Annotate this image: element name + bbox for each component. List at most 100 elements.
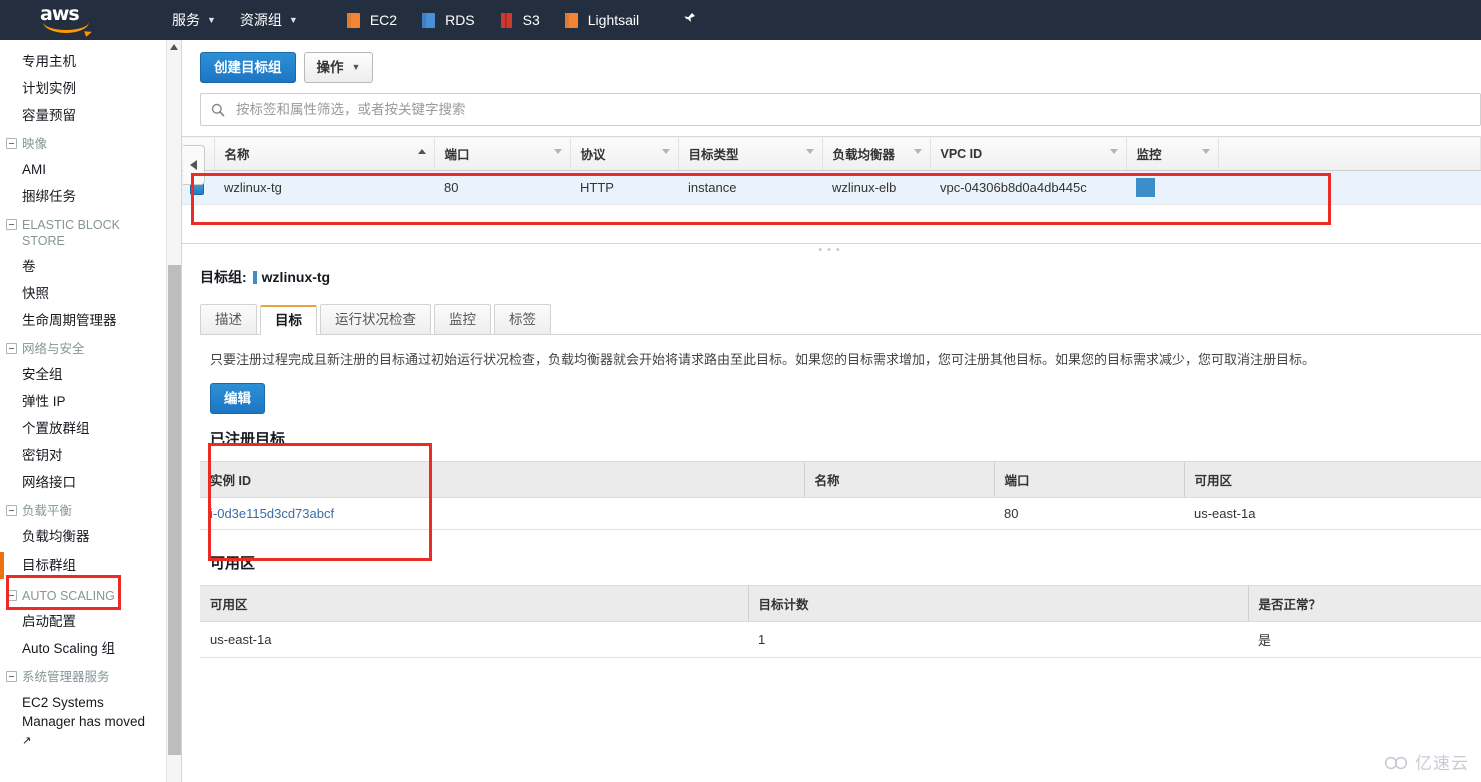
sidebar-group-network-security[interactable]: 网络与安全 (0, 334, 181, 361)
sidebar-group-load-balancing[interactable]: 负载平衡 (0, 496, 181, 523)
scroll-up-arrow-icon[interactable] (170, 44, 178, 50)
sidebar-item-elastic-ips[interactable]: 弹性 IP (0, 388, 181, 415)
column-header-vpc-id[interactable]: VPC ID (930, 136, 1127, 171)
sidebar-item-security-groups[interactable]: 安全组 (0, 361, 181, 388)
column-header-port[interactable]: 端口 (434, 136, 571, 171)
pin-icon[interactable] (669, 0, 708, 40)
registered-targets-title: 已注册目标 (210, 431, 286, 448)
sidebar-item-label: 容量预留 (22, 108, 76, 123)
sidebar-item-volumes[interactable]: 卷 (0, 253, 181, 280)
tab-health-check[interactable]: 运行状况检查 (320, 304, 431, 334)
collapse-minus-icon (6, 343, 17, 354)
targets-description-text: 只要注册过程完成且新注册的目标通过初始运行状况检查，负载均衡器就会开始将请求路由… (210, 352, 1316, 367)
cell-load-balancer: wzlinux-elb (822, 170, 930, 205)
sidebar-group-systems-manager[interactable]: 系统管理器服务 (0, 662, 181, 689)
create-target-group-button[interactable]: 创建目标组 (200, 52, 296, 83)
table-row: i-0d3e115d3cd73abcf 80 us-east-1a (200, 497, 1481, 530)
top-navigation-bar: aws 服务 ▼ 资源组 ▼ EC2 RDS S3 Lightsail (0, 0, 1481, 40)
table-row: us-east-1a 1 是 (200, 621, 1481, 658)
sidebar-item-ec2-systems-manager[interactable]: EC2 Systems Manager has moved ↗ (0, 689, 181, 755)
nav-shortcut-ec2[interactable]: EC2 (334, 0, 409, 40)
external-link-icon: ↗ (22, 735, 32, 747)
column-label: 端口 (444, 148, 470, 162)
sidebar-scrollbar[interactable] (166, 40, 181, 782)
sidebar-item-ami[interactable]: AMI (0, 156, 181, 183)
nav-shortcut-s3[interactable]: S3 (487, 0, 552, 40)
nav-services-menu[interactable]: 服务 ▼ (160, 0, 228, 40)
nav-resource-groups-menu[interactable]: 资源组 ▼ (228, 0, 310, 40)
sidebar-item-placement-groups[interactable]: 个置放群组 (0, 415, 181, 442)
sidebar-item-network-interfaces[interactable]: 网络接口 (0, 469, 181, 496)
cell-instance-id: i-0d3e115d3cd73abcf (200, 497, 804, 530)
actions-button[interactable]: 操作 ▼ (303, 52, 374, 83)
nav-shortcut-s3-label: S3 (522, 12, 540, 28)
tab-description[interactable]: 描述 (200, 304, 257, 334)
aws-logo[interactable]: aws (40, 5, 98, 35)
edit-button[interactable]: 编辑 (210, 383, 265, 414)
sidebar-collapse-handle[interactable] (183, 145, 205, 185)
column-header-target-type[interactable]: 目标类型 (678, 136, 823, 171)
sidebar-group-label: ELASTIC BLOCK STORE (22, 218, 120, 248)
sidebar-group-elastic-block-store[interactable]: ELASTIC BLOCK STORE (0, 210, 181, 253)
column-header-target-port: 端口 (993, 461, 1184, 498)
column-header-monitoring[interactable]: 监控 (1126, 136, 1219, 171)
sidebar-item-scheduled-instances[interactable]: 计划实例 (0, 75, 181, 102)
sidebar-item-label: 密钥对 (22, 448, 63, 463)
sidebar-item-load-balancers[interactable]: 负载均衡器 (0, 523, 181, 550)
sidebar-item-target-groups[interactable]: 目标群组 (0, 550, 181, 581)
cell-name: wzlinux-tg (214, 170, 434, 205)
nav-services-label: 服务 (172, 12, 200, 28)
sidebar-nav-list: 专用主机 计划实例 容量预留 映像 AMI 捆绑任务 ELASTIC BLOCK… (0, 40, 181, 755)
left-sidebar: 专用主机 计划实例 容量预留 映像 AMI 捆绑任务 ELASTIC BLOCK… (0, 40, 182, 782)
tab-tags[interactable]: 标签 (494, 304, 551, 334)
sort-menu-icon (1109, 149, 1118, 154)
sidebar-item-auto-scaling-groups[interactable]: Auto Scaling 组 (0, 635, 181, 662)
watermark-text: 亿速云 (1415, 754, 1469, 773)
sidebar-group-label: 负载平衡 (22, 504, 73, 518)
cell-az: us-east-1a (200, 621, 748, 658)
page-toolbar: 创建目标组 操作 ▼ (182, 40, 1481, 93)
sidebar-item-label: EC2 Systems Manager has moved (22, 695, 146, 729)
nav-resource-groups-label: 资源组 (239, 12, 282, 28)
sidebar-group-auto-scaling[interactable]: AUTO SCALING (0, 581, 181, 608)
detail-panel: 目标组: wzlinux-tg 描述 目标 运行状况检查 监控 标签 只要注册过程… (182, 257, 1481, 658)
sidebar-item-dedicated-hosts[interactable]: 专用主机 (0, 48, 181, 75)
column-label: 监控 (1136, 148, 1162, 162)
tab-monitoring[interactable]: 监控 (434, 304, 491, 334)
sidebar-item-snapshots[interactable]: 快照 (0, 280, 181, 307)
sidebar-item-launch-configurations[interactable]: 启动配置 (0, 608, 181, 635)
detail-panel-title: 目标组: wzlinux-tg (200, 261, 1481, 287)
sidebar-item-capacity-reservations[interactable]: 容量预留 (0, 102, 181, 129)
search-icon (211, 103, 225, 117)
sidebar-item-bundle-tasks[interactable]: 捆绑任务 (0, 183, 181, 210)
availability-zones-table: 可用区 目标计数 是否正常？ us-east-1a 1 是 (200, 585, 1481, 658)
instance-id-link[interactable]: i-0d3e115d3cd73abcf (210, 506, 334, 521)
cell-target-type: instance (678, 170, 822, 205)
column-label: 名称 (224, 148, 250, 162)
detail-tabs: 描述 目标 运行状况检查 监控 标签 (200, 304, 1481, 335)
column-header-instance-id: 实例 ID (200, 461, 804, 498)
tab-targets[interactable]: 目标 (260, 305, 317, 335)
s3-bucket-icon (500, 12, 512, 28)
cell-monitoring (1126, 170, 1218, 205)
column-header-protocol[interactable]: 协议 (570, 136, 679, 171)
column-header-name[interactable]: 名称 (214, 136, 435, 171)
chevron-down-icon: ▼ (351, 62, 361, 72)
sidebar-item-label: 启动配置 (22, 614, 76, 629)
scrollbar-thumb[interactable] (168, 265, 181, 755)
panel-splitter[interactable]: ••• (182, 243, 1481, 257)
sidebar-item-lifecycle-manager[interactable]: 生命周期管理器 (0, 307, 181, 334)
nav-shortcut-rds[interactable]: RDS (409, 0, 487, 40)
filter-search-bar[interactable] (200, 93, 1481, 126)
collapse-minus-icon (6, 138, 17, 149)
monitoring-swatch (1136, 178, 1155, 197)
column-header-load-balancer[interactable]: 负载均衡器 (822, 136, 931, 171)
column-header-healthy: 是否正常？ (1247, 585, 1481, 622)
table-row[interactable]: wzlinux-tg 80 HTTP instance wzlinux-elb … (182, 170, 1481, 205)
search-input[interactable] (234, 101, 1470, 118)
sidebar-item-key-pairs[interactable]: 密钥对 (0, 442, 181, 469)
sidebar-item-label: 快照 (22, 286, 49, 301)
sidebar-group-images[interactable]: 映像 (0, 129, 181, 156)
nav-shortcut-lightsail[interactable]: Lightsail (552, 0, 651, 40)
column-label: VPC ID (940, 146, 983, 161)
